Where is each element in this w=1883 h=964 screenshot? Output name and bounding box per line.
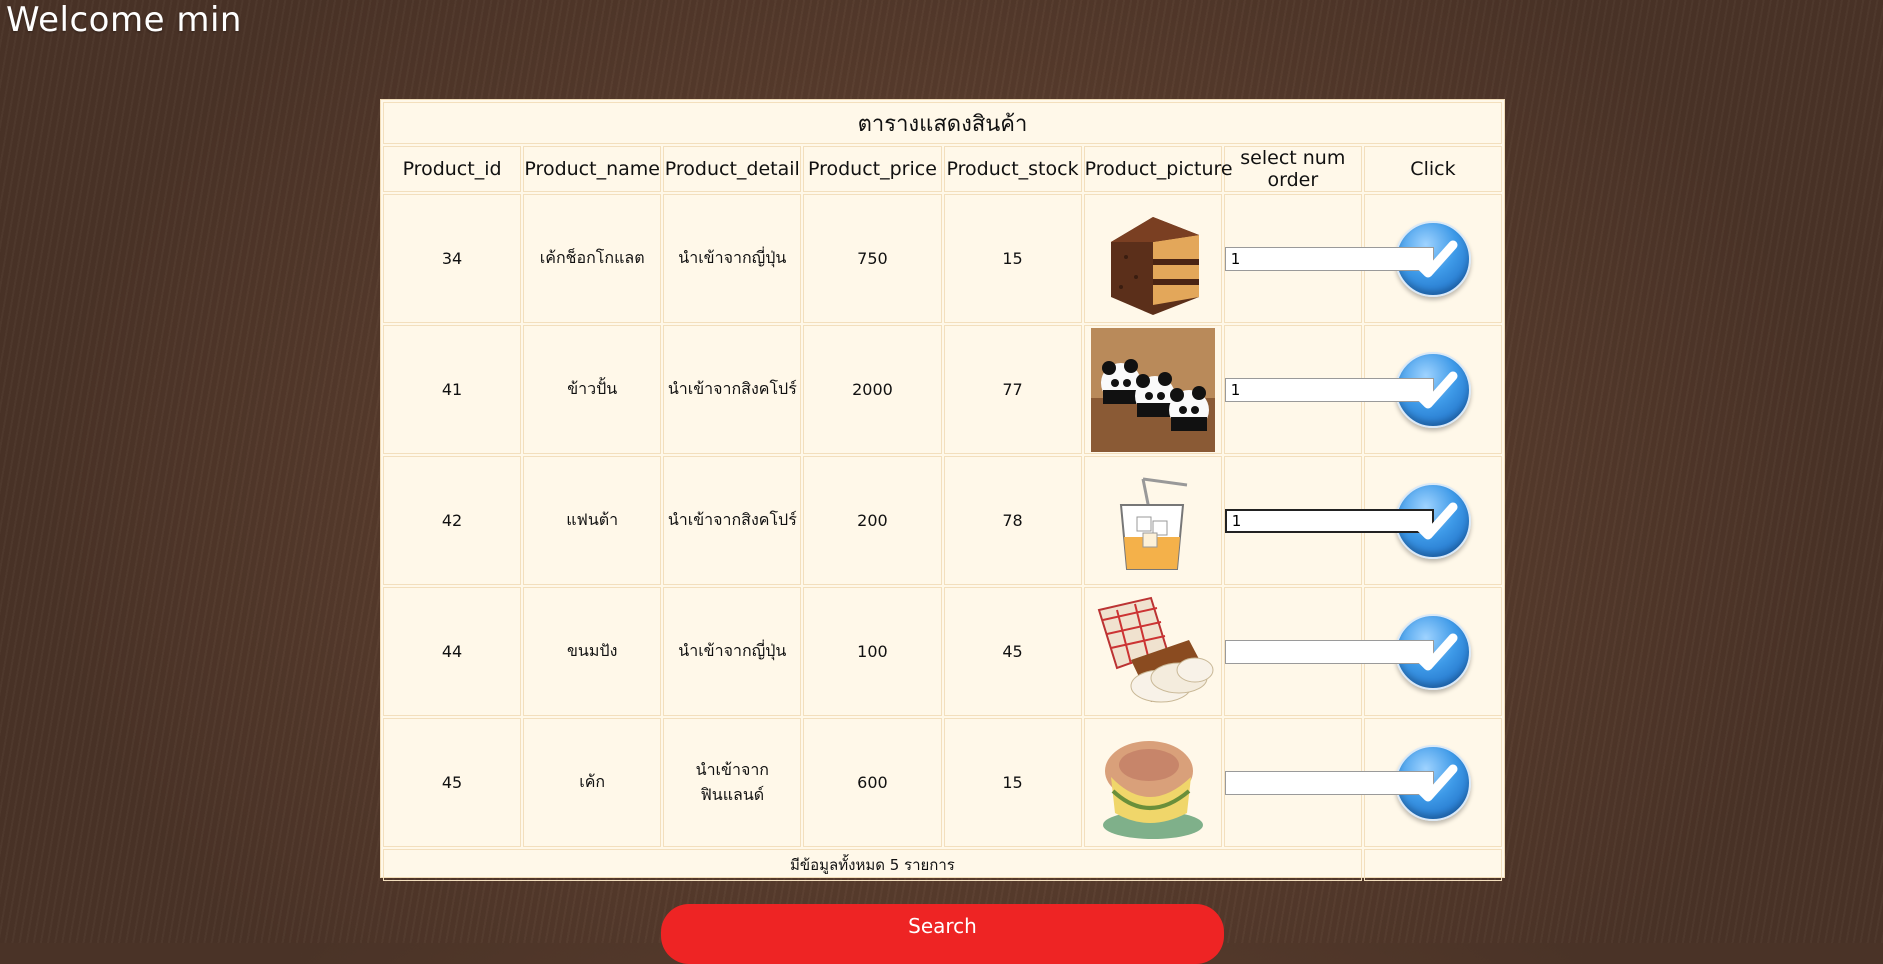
col-header-click: Click (1363, 146, 1502, 192)
col-header-qty: select num order (1223, 146, 1362, 192)
product-detail: นำเข้าจากญี่ปุ่น (663, 194, 802, 323)
product-price: 100 (803, 587, 942, 716)
product-id: 41 (383, 325, 522, 454)
layer-cake-image (1102, 740, 1203, 839)
table-row: 42 แฟนต้า นำเข้าจากสิงคโปร์ 200 78 (383, 456, 1502, 585)
product-name: แฟนต้า (523, 456, 662, 585)
product-price: 200 (803, 456, 942, 585)
chocolate-cake-image (1110, 216, 1199, 315)
panda-rice-balls-image (1090, 327, 1215, 452)
qty-input[interactable] (1224, 639, 1434, 664)
product-name: เค้ก (523, 718, 662, 847)
product-id: 34 (383, 194, 522, 323)
product-stock: 15 (943, 718, 1082, 847)
product-price: 600 (803, 718, 942, 847)
col-header-id: Product_id (383, 146, 522, 192)
header-row: Product_id Product_name Product_detail P… (383, 146, 1502, 192)
product-detail: นำเข้าจากฟินแลนด์ (663, 718, 802, 847)
qty-input[interactable] (1224, 377, 1434, 402)
product-table: ตารางแสดงสินค้า Product_id Product_name … (381, 100, 1504, 883)
record-count: มีข้อมูลทั้งหมด 5 รายการ (383, 849, 1362, 881)
col-header-detail: Product_detail (663, 146, 802, 192)
qty-input[interactable] (1224, 246, 1434, 271)
qty-input[interactable] (1224, 770, 1434, 795)
table-row: 34 เค้กช็อกโกแลต นำเข้าจากญี่ปุ่น 750 15 (383, 194, 1502, 323)
table-caption: ตารางแสดงสินค้า (383, 102, 1502, 144)
product-price: 750 (803, 194, 942, 323)
product-table-panel: ตารางแสดงสินค้า Product_id Product_name … (380, 99, 1505, 881)
product-id: 45 (383, 718, 522, 847)
iced-drink-image (1119, 477, 1187, 570)
product-id: 42 (383, 456, 522, 585)
product-stock: 78 (943, 456, 1082, 585)
product-id: 44 (383, 587, 522, 716)
product-detail: นำเข้าจากสิงคโปร์ (663, 456, 802, 585)
col-header-name: Product_name (523, 146, 662, 192)
welcome-title: Welcome min (6, 0, 242, 40)
col-header-picture: Product_picture (1083, 146, 1233, 192)
product-price: 2000 (803, 325, 942, 454)
search-button[interactable]: Search (661, 904, 1224, 964)
table-row: 44 ขนมปัง นำเข้าจากญี่ปุ่น 100 45 (383, 587, 1502, 716)
product-detail: นำเข้าจากญี่ปุ่น (663, 587, 802, 716)
product-stock: 15 (943, 194, 1082, 323)
col-header-stock: Product_stock (943, 146, 1082, 192)
product-name: ข้าวปั้น (523, 325, 662, 454)
col-header-price: Product_price (803, 146, 942, 192)
qty-input[interactable] (1224, 508, 1434, 533)
table-row: 41 ข้าวปั้น นำเข้าจากสิงคโปร์ 2000 77 (383, 325, 1502, 454)
table-row: 45 เค้ก นำเข้าจากฟินแลนด์ 600 15 (383, 718, 1502, 847)
footer-row: มีข้อมูลทั้งหมด 5 รายการ (383, 849, 1502, 881)
product-stock: 45 (943, 587, 1082, 716)
product-name: เค้กช็อกโกแลต (523, 194, 662, 323)
product-detail: นำเข้าจากสิงคโปร์ (663, 325, 802, 454)
product-stock: 77 (943, 325, 1082, 454)
sliced-bread-image (1097, 596, 1214, 702)
product-name: ขนมปัง (523, 587, 662, 716)
